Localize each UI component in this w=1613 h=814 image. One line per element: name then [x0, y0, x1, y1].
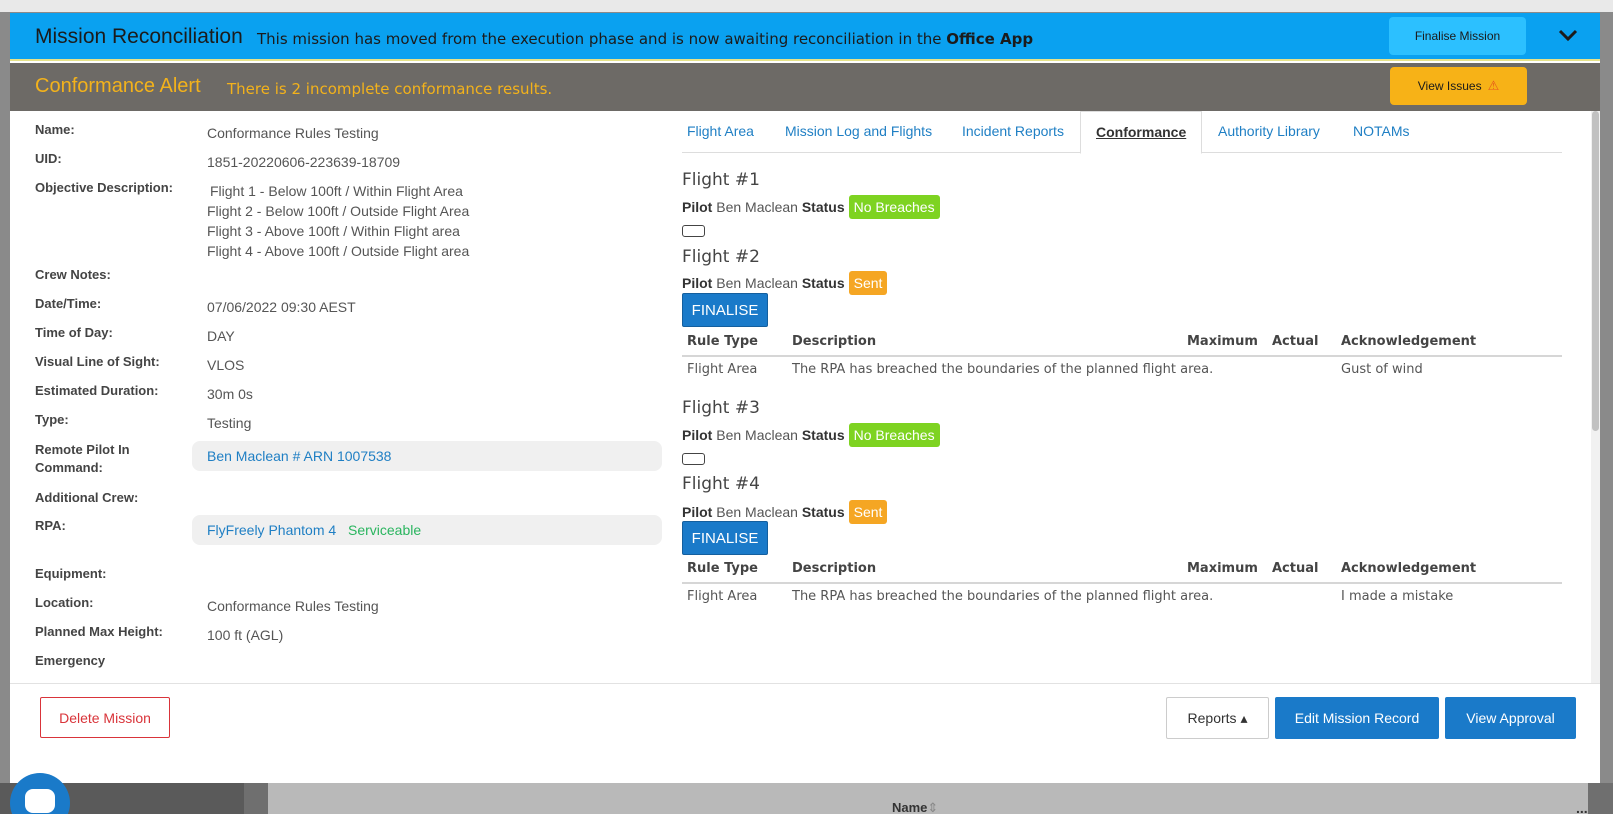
scrollbar[interactable]: [1591, 111, 1600, 683]
chevron-down-icon[interactable]: [1557, 27, 1579, 43]
status-badge: No Breaches: [848, 423, 940, 447]
mission-reconciliation-modal: Mission Reconciliation This mission has …: [10, 13, 1600, 783]
objective-line: Flight 4 - Above 100ft / Outside Flight …: [207, 243, 470, 259]
mission-details-panel: Name: Conformance Rules Testing UID: 185…: [10, 111, 665, 683]
status-badge: Sent: [848, 500, 888, 524]
rpic-link[interactable]: Ben Maclean # ARN 1007538: [207, 448, 391, 464]
status-badge: No Breaches: [848, 195, 940, 219]
edit-mission-record-button[interactable]: Edit Mission Record: [1275, 697, 1439, 739]
rpic-pill: Ben Maclean # ARN 1007538: [192, 441, 662, 471]
flight-title: Flight #3: [682, 398, 760, 418]
table-cell-rule-type: Flight Area: [687, 589, 758, 604]
delete-mission-button[interactable]: Delete Mission: [40, 697, 170, 738]
alert-message: There is 2 incomplete conformance result…: [227, 80, 553, 98]
status-badge: Sent: [848, 271, 888, 295]
tab-bar: Flight Area Mission Log and Flights Inci…: [682, 111, 1562, 154]
warning-icon: ⚠: [1487, 78, 1500, 93]
tab-authority-library[interactable]: Authority Library: [1218, 123, 1320, 139]
table-cell-description: The RPA has breached the boundaries of t…: [792, 362, 1214, 377]
finalise-button[interactable]: FINALISE: [682, 521, 768, 555]
objective-line: Flight 1 - Below 100ft / Within Flight A…: [210, 183, 463, 199]
reports-button[interactable]: Reports ▴: [1166, 697, 1269, 739]
footer-divider: [10, 683, 1600, 684]
expand-toggle[interactable]: [682, 453, 705, 465]
tab-conformance[interactable]: Conformance: [1080, 111, 1203, 154]
pilot-status-line: Pilot Ben Maclean Status Sent: [682, 271, 888, 295]
flight-title: Flight #1: [682, 170, 760, 190]
tab-incident-reports[interactable]: Incident Reports: [962, 123, 1064, 139]
sort-icon: ⇕: [927, 800, 939, 814]
tab-mission-log[interactable]: Mission Log and Flights: [785, 123, 932, 139]
tab-flight-area[interactable]: Flight Area: [687, 123, 754, 139]
conformance-panel: Flight Area Mission Log and Flights Inci…: [682, 111, 1572, 683]
pilot-status-line: Pilot Ben Maclean Status No Breaches: [682, 195, 940, 219]
view-approval-button[interactable]: View Approval: [1445, 697, 1576, 739]
objective-line: Flight 2 - Below 100ft / Outside Flight …: [207, 203, 470, 219]
table-cell-rule-type: Flight Area: [687, 362, 758, 377]
finalise-mission-button[interactable]: Finalise Mission: [1389, 17, 1526, 55]
header-message: This mission has moved from the executio…: [257, 30, 1034, 48]
objective-line: Flight 3 - Above 100ft / Within Flight a…: [207, 223, 460, 239]
backdrop-bottom: [0, 783, 1613, 814]
background-name-header: Name⇕: [892, 800, 939, 814]
view-issues-button[interactable]: View Issues ⚠: [1390, 67, 1527, 105]
flight-title: Flight #4: [682, 474, 760, 494]
rpa-status: Serviceable: [348, 522, 422, 538]
rpa-link[interactable]: FlyFreely Phantom 4: [207, 522, 336, 538]
scrollbar-thumb[interactable]: [1592, 111, 1599, 431]
backdrop-top: [0, 0, 1613, 12]
conformance-alert-bar: Conformance Alert There is 2 incomplete …: [10, 63, 1600, 111]
table-cell-acknowledgement: I made a mistake: [1341, 589, 1454, 604]
table-cell-acknowledgement: Gust of wind: [1341, 362, 1423, 377]
more-icon: ...: [1576, 800, 1588, 814]
tab-notams[interactable]: NOTAMs: [1353, 123, 1410, 139]
pilot-status-line: Pilot Ben Maclean Status No Breaches: [682, 423, 940, 447]
rpa-pill: FlyFreely Phantom 4 Serviceable: [192, 515, 662, 545]
alert-title: Conformance Alert: [35, 75, 201, 97]
header-bar: Mission Reconciliation This mission has …: [10, 13, 1600, 61]
flight-title: Flight #2: [682, 247, 760, 267]
table-cell-description: The RPA has breached the boundaries of t…: [792, 589, 1214, 604]
expand-toggle[interactable]: [682, 225, 705, 237]
finalise-button[interactable]: FINALISE: [682, 293, 768, 327]
page-title: Mission Reconciliation: [35, 25, 243, 48]
